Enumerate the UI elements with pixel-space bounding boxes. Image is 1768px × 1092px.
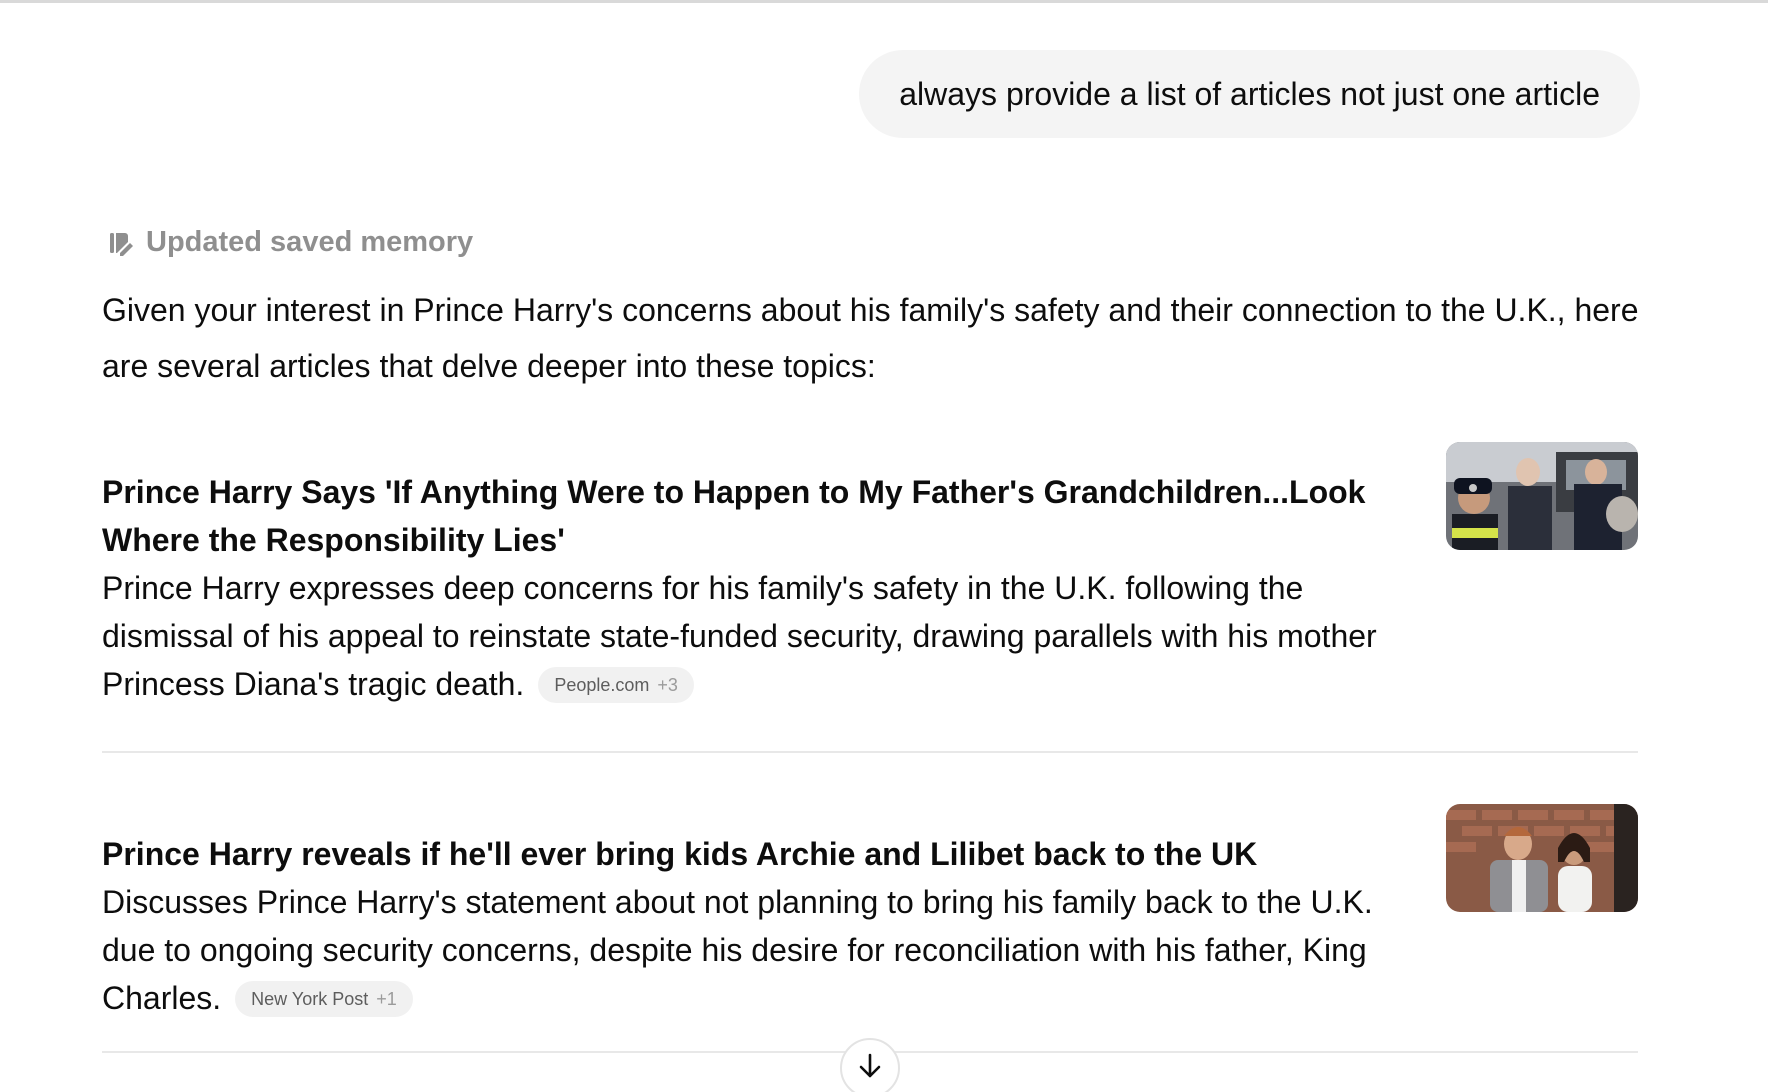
article-thumbnail[interactable] [1446, 804, 1638, 912]
chat-page: always provide a list of articles not ju… [0, 0, 1768, 1092]
arrow-down-icon [857, 1052, 883, 1085]
top-border [0, 0, 1768, 3]
source-count: +1 [376, 989, 397, 1009]
article-thumbnail[interactable] [1446, 442, 1638, 550]
article-title[interactable]: Prince Harry Says 'If Anything Were to H… [102, 468, 1392, 564]
memory-status[interactable]: Updated saved memory [108, 226, 473, 259]
user-message-text: always provide a list of articles not ju… [899, 75, 1600, 112]
source-chip[interactable]: New York Post +1 [235, 981, 413, 1017]
source-chip[interactable]: People.com +3 [538, 667, 694, 703]
article-text: Prince Harry reveals if he'll ever bring… [102, 830, 1392, 1022]
article-item: Prince Harry reveals if he'll ever bring… [102, 804, 1638, 1022]
article-description-text: Prince Harry expresses deep concerns for… [102, 570, 1377, 702]
source-name: People.com [554, 675, 650, 695]
scroll-to-bottom-button[interactable] [840, 1038, 900, 1092]
user-message-bubble: always provide a list of articles not ju… [859, 50, 1640, 138]
memory-status-label: Updated saved memory [146, 226, 474, 258]
source-count: +3 [657, 675, 678, 695]
article-text: Prince Harry Says 'If Anything Were to H… [102, 468, 1392, 708]
memory-edit-icon [108, 229, 134, 257]
article-divider [102, 751, 1638, 753]
article-description: Discusses Prince Harry's statement about… [102, 878, 1392, 1022]
article-description: Prince Harry expresses deep concerns for… [102, 564, 1392, 708]
article-title[interactable]: Prince Harry reveals if he'll ever bring… [102, 830, 1392, 878]
response-intro: Given your interest in Prince Harry's co… [102, 292, 1639, 384]
source-name: New York Post [251, 989, 369, 1009]
article-item: Prince Harry Says 'If Anything Were to H… [102, 442, 1638, 708]
